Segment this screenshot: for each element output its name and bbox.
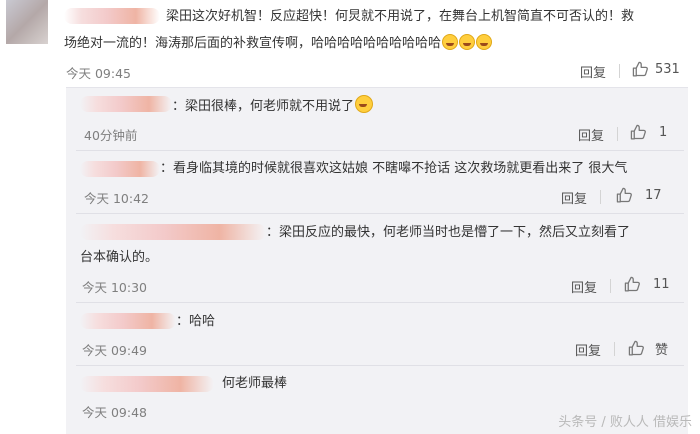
reply-button[interactable]: 回复 bbox=[580, 62, 606, 81]
action-divider bbox=[614, 342, 615, 356]
comment-timestamp: 今天 09:45 bbox=[66, 66, 131, 81]
thumbs-up-icon bbox=[630, 124, 646, 140]
reply-text-content: ：梁田很棒，何老师就不用说了 bbox=[172, 99, 355, 114]
comment-text-line2: 场绝对一流的！海涛那后面的补救宣传啊，哈哈哈哈哈哈哈哈哈哈 bbox=[64, 33, 493, 55]
reply-username-blurred[interactable] bbox=[80, 96, 172, 112]
reply-text-continued: 台本确认的。 bbox=[80, 250, 159, 265]
username-blurred[interactable] bbox=[64, 8, 160, 24]
laugh-emoji-icon bbox=[476, 34, 493, 50]
thumbs-up-icon bbox=[632, 61, 648, 77]
reply-text: ：看身临其境的时候就很喜欢这姑娘 不瞎嗥不抢话 这次救场就更看出来了 很大气 bbox=[160, 161, 628, 176]
reply-timestamp: 40分钟前 bbox=[84, 128, 138, 143]
comment-text-line2-content: 场绝对一流的！海涛那后面的补救宣传啊，哈哈哈哈哈哈哈哈哈哈 bbox=[64, 36, 442, 51]
reply-username-blurred[interactable] bbox=[80, 224, 266, 240]
reply-text: ：梁田很棒，何老师就不用说了 bbox=[172, 95, 374, 118]
reply-username-blurred[interactable] bbox=[80, 376, 214, 392]
reply-timestamp: 今天 10:42 bbox=[84, 191, 149, 206]
thumbs-up-icon bbox=[616, 187, 632, 203]
reply-timestamp: 今天 09:49 bbox=[82, 343, 147, 358]
like-button[interactable]: 531 bbox=[632, 61, 680, 78]
like-button[interactable]: 11 bbox=[624, 276, 670, 293]
like-button[interactable]: 17 bbox=[616, 187, 662, 204]
reply-username-blurred[interactable] bbox=[80, 161, 160, 177]
reply-text: 何老师最棒 bbox=[222, 376, 288, 391]
reply-text: ：哈哈 bbox=[176, 314, 216, 329]
action-divider bbox=[617, 127, 618, 141]
comment-text-line1: 梁田这次好机智！反应超快！何炅就不用说了，在舞台上机智简直不可否认的！救 bbox=[166, 9, 635, 24]
divider bbox=[76, 365, 684, 366]
divider bbox=[76, 150, 684, 151]
watermark: 头条号 / 败人人 借娱乐 bbox=[558, 415, 692, 430]
like-count: 1 bbox=[659, 125, 668, 140]
thumbs-up-icon bbox=[624, 276, 640, 292]
like-count: 11 bbox=[653, 277, 670, 292]
reply-button[interactable]: 回复 bbox=[561, 188, 587, 207]
reply-button[interactable]: 回复 bbox=[575, 340, 601, 359]
thumbs-up-icon bbox=[628, 340, 644, 356]
action-divider bbox=[610, 279, 611, 293]
reply-text: ：梁田反应的最快，何老师当时也是懵了一下，然后又立刻看了 bbox=[266, 225, 631, 240]
laugh-emoji-icon bbox=[355, 95, 374, 113]
avatar[interactable] bbox=[6, 0, 48, 44]
like-count: 531 bbox=[655, 62, 680, 77]
reply-timestamp: 今天 10:30 bbox=[82, 280, 147, 295]
like-label: 赞 bbox=[655, 343, 669, 358]
reply-button[interactable]: 回复 bbox=[578, 125, 604, 144]
action-divider bbox=[619, 64, 620, 78]
reply-timestamp: 今天 09:48 bbox=[82, 405, 147, 420]
like-button[interactable]: 赞 bbox=[628, 339, 668, 358]
reply-button[interactable]: 回复 bbox=[571, 277, 597, 296]
divider bbox=[76, 213, 684, 214]
divider bbox=[76, 302, 684, 303]
reply-username-blurred[interactable] bbox=[80, 313, 176, 329]
action-divider bbox=[600, 190, 601, 204]
like-button[interactable]: 1 bbox=[630, 124, 667, 141]
laugh-emoji-icon bbox=[442, 34, 459, 50]
like-count: 17 bbox=[645, 188, 662, 203]
laugh-emoji-icon bbox=[459, 34, 476, 50]
